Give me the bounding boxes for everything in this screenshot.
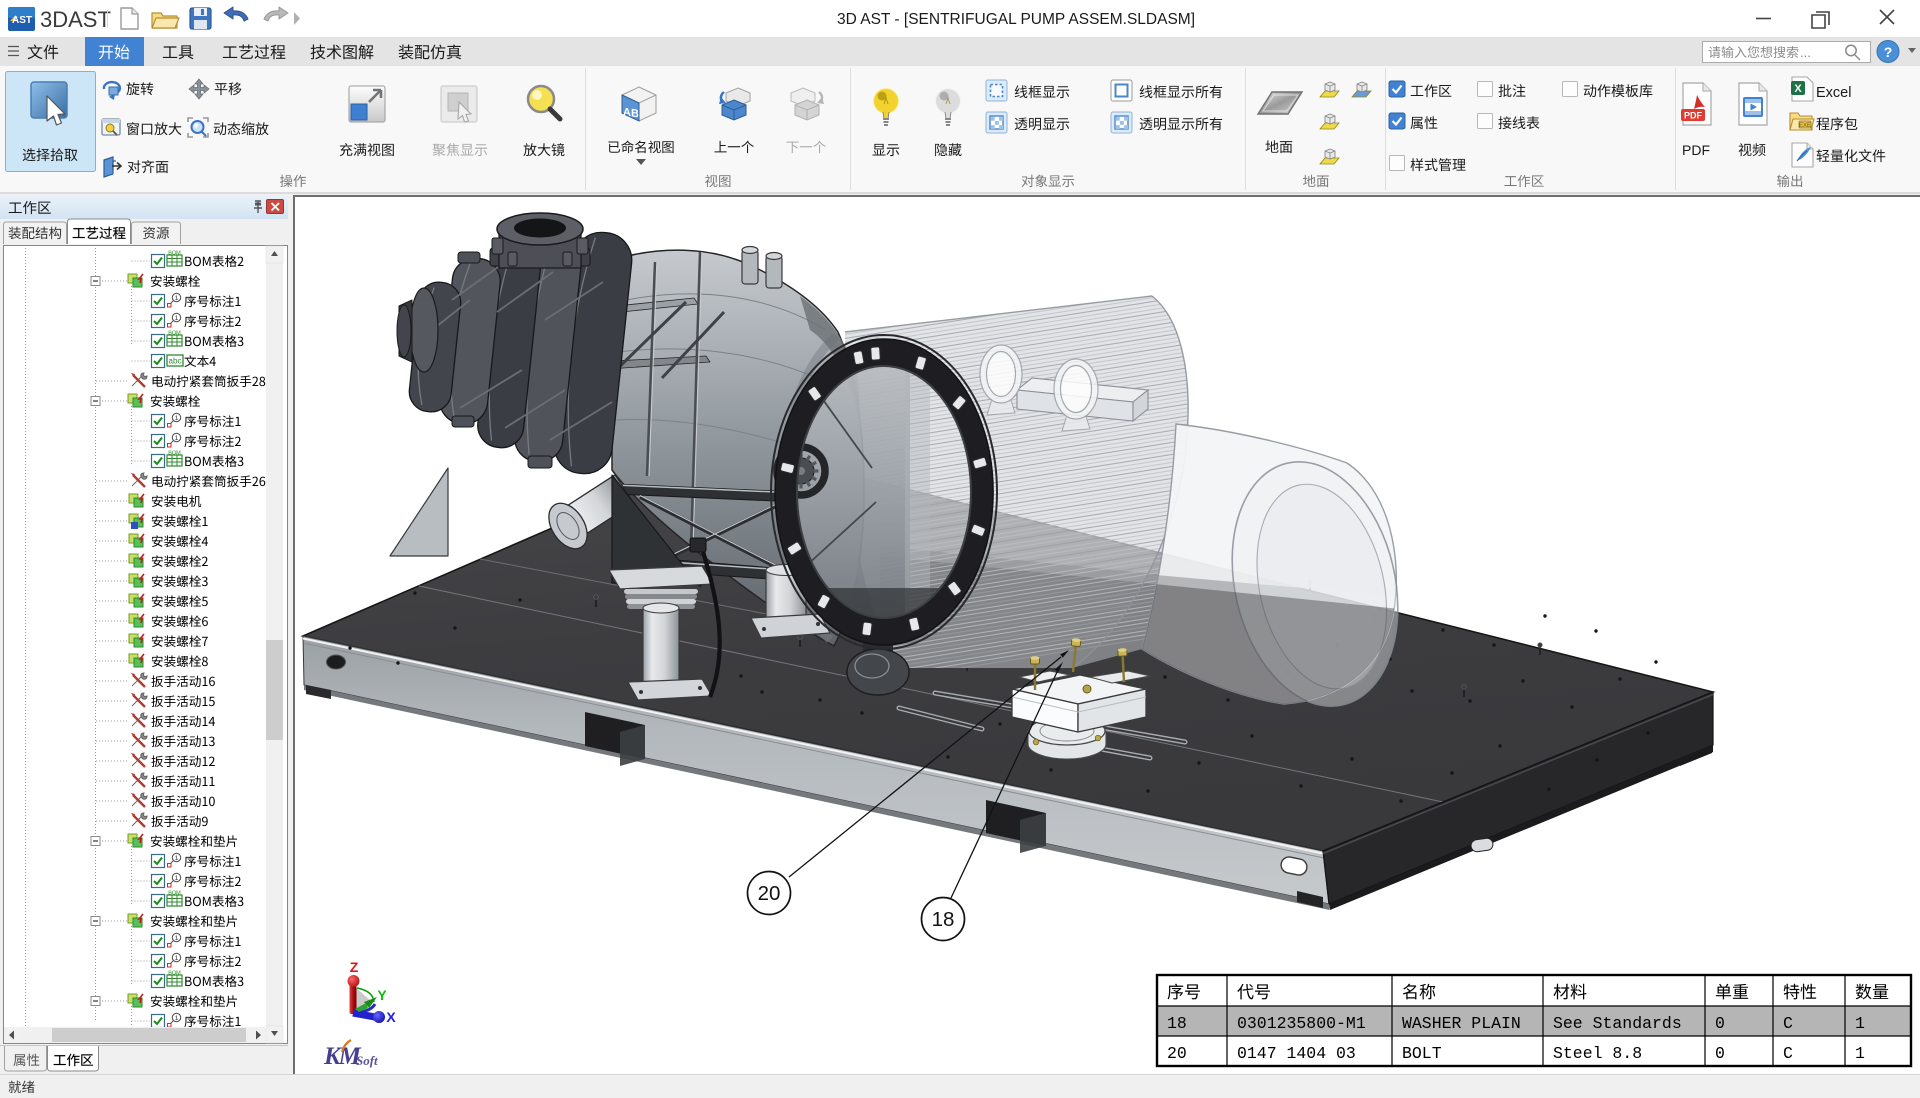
svg-text:1: 1 [1855, 1044, 1865, 1063]
svg-text:PDF: PDF [1684, 111, 1703, 121]
svg-text:18: 18 [932, 908, 955, 931]
svg-text:3DAST: 3DAST [40, 7, 111, 32]
svg-text:Z: Z [350, 959, 359, 975]
svg-text:AST: AST [12, 15, 32, 26]
svg-text:1: 1 [175, 435, 179, 442]
svg-text:1: 1 [175, 855, 179, 862]
svg-text:C: C [1783, 1044, 1793, 1063]
svg-text:0: 0 [1715, 1044, 1725, 1063]
svg-text:abc: abc [169, 357, 182, 366]
svg-text:Steel 8.8: Steel 8.8 [1553, 1044, 1642, 1063]
svg-text:1: 1 [175, 415, 179, 422]
svg-text:1: 1 [175, 1015, 179, 1022]
svg-text:Y: Y [377, 987, 387, 1003]
svg-text:0147 1404 03: 0147 1404 03 [1237, 1044, 1356, 1063]
svg-text:18: 18 [1167, 1014, 1187, 1033]
svg-text:C: C [1783, 1014, 1793, 1033]
svg-text:WASHER PLAIN: WASHER PLAIN [1402, 1014, 1521, 1033]
svg-text:3D AST - [SENTRIFUGAL PUMP ASS: 3D AST - [SENTRIFUGAL PUMP ASSEM.SLDASM] [837, 11, 1195, 28]
svg-text:BOM: BOM [168, 331, 181, 337]
svg-text:BOM: BOM [168, 251, 181, 257]
svg-text:PDF: PDF [1682, 142, 1710, 158]
svg-text:BOLT: BOLT [1402, 1044, 1442, 1063]
svg-text:AB: AB [623, 106, 639, 120]
svg-text:Excel: Excel [1816, 85, 1851, 101]
svg-text:BOM: BOM [168, 971, 181, 977]
svg-text:Soft: Soft [356, 1053, 378, 1068]
svg-text:0301235800-M1: 0301235800-M1 [1237, 1014, 1366, 1033]
svg-text:1: 1 [175, 935, 179, 942]
svg-text:X: X [386, 1009, 396, 1025]
svg-text:1: 1 [175, 875, 179, 882]
svg-text:X: X [1794, 83, 1802, 95]
svg-text:...: ... [1800, 45, 1811, 60]
svg-text:20: 20 [1167, 1044, 1187, 1063]
svg-text:1: 1 [175, 955, 179, 962]
svg-text:20: 20 [758, 882, 781, 905]
svg-text:0: 0 [1715, 1014, 1725, 1033]
svg-text:1: 1 [1855, 1014, 1865, 1033]
svg-text:BOM: BOM [168, 451, 181, 457]
svg-text:BOM: BOM [168, 891, 181, 897]
svg-text:?: ? [1884, 44, 1893, 60]
svg-text:See Standards: See Standards [1553, 1014, 1682, 1033]
svg-text:EXE: EXE [1799, 123, 1811, 129]
svg-text:1: 1 [175, 315, 179, 322]
svg-text:1: 1 [175, 295, 179, 302]
